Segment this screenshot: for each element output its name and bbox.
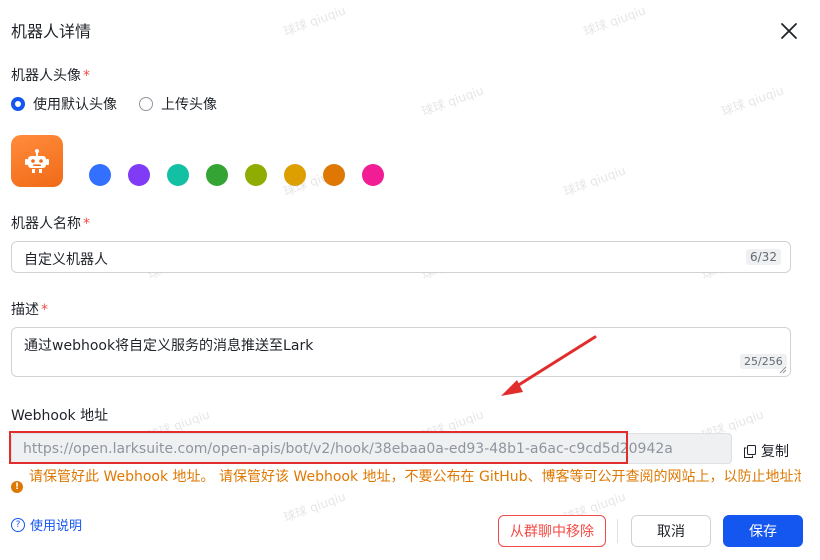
- question-icon: ?: [11, 517, 25, 532]
- color-swatch-3[interactable]: [167, 164, 189, 186]
- avatar-section-label: 机器人头像 *: [11, 68, 90, 84]
- color-swatch-4[interactable]: [206, 164, 228, 186]
- copy-button[interactable]: 复制: [744, 441, 789, 461]
- watermark: 球球 qiuqiu: [581, 3, 648, 39]
- name-section-label: 机器人名称 *: [11, 216, 90, 232]
- name-char-counter: 6/32: [746, 249, 781, 265]
- radio-default-label: 使用默认头像: [33, 97, 117, 113]
- bot-name-value: 自定义机器人: [24, 252, 108, 268]
- radio-selected-icon: [11, 97, 25, 111]
- color-swatch-8[interactable]: [362, 164, 384, 186]
- required-mark: *: [41, 302, 48, 318]
- description-section-label: 描述 *: [11, 302, 48, 318]
- color-swatch-7[interactable]: [323, 164, 345, 186]
- watermark: 球球 qiuqiu: [719, 83, 786, 119]
- required-mark: *: [83, 216, 90, 232]
- watermark: 球球 qiuqiu: [281, 489, 348, 525]
- color-swatch-5[interactable]: [245, 164, 267, 186]
- webhook-warning-text: 请保管好此 Webhook 地址。 请保管好该 Webhook 地址，不要公布在…: [29, 469, 801, 485]
- avatar-radio-group: 使用默认头像 上传头像: [11, 94, 239, 114]
- help-link[interactable]: ? 使用说明: [11, 515, 82, 534]
- webhook-section-label: Webhook 地址: [11, 408, 109, 424]
- watermark: 球球 qiuqiu: [281, 3, 348, 39]
- close-icon: [781, 23, 797, 39]
- radio-unselected-icon: [139, 97, 153, 111]
- annotation-arrow: [501, 335, 597, 396]
- annotation-highlight-box: [9, 431, 628, 464]
- watermark: 球球 qiuqiu: [419, 83, 486, 119]
- save-button[interactable]: 保存: [723, 515, 803, 547]
- resize-handle-icon[interactable]: [778, 365, 787, 374]
- color-swatch-6[interactable]: [284, 164, 306, 186]
- radio-upload-label: 上传头像: [161, 97, 217, 113]
- bot-name-input[interactable]: 自定义机器人 6/32: [11, 241, 791, 273]
- copy-icon: [744, 444, 756, 458]
- webhook-warning: ! 请保管好此 Webhook 地址。 请保管好该 Webhook 地址，不要公布…: [11, 468, 801, 493]
- bot-avatar[interactable]: [11, 135, 63, 187]
- remove-from-group-button[interactable]: 从群聊中移除: [498, 515, 606, 547]
- description-textarea[interactable]: 通过webhook将自定义服务的消息推送至Lark 25/256: [11, 327, 791, 377]
- cancel-button[interactable]: 取消: [631, 515, 711, 547]
- copy-label: 复制: [761, 444, 789, 460]
- avatar-color-swatches: [89, 164, 401, 186]
- color-swatch-2[interactable]: [128, 164, 150, 186]
- dialog-title: 机器人详情: [11, 22, 92, 41]
- robot-icon: [25, 149, 49, 173]
- warning-icon: !: [11, 481, 23, 493]
- color-swatch-1[interactable]: [89, 164, 111, 186]
- help-label: 使用说明: [30, 519, 83, 534]
- description-value: 通过webhook将自定义服务的消息推送至Lark: [24, 338, 314, 354]
- radio-default-avatar[interactable]: 使用默认头像: [11, 94, 117, 114]
- watermark: 球球 qiuqiu: [561, 163, 628, 199]
- footer-divider: [617, 519, 618, 543]
- required-mark: *: [83, 68, 90, 84]
- radio-upload-avatar[interactable]: 上传头像: [139, 94, 217, 114]
- close-button[interactable]: [778, 20, 800, 42]
